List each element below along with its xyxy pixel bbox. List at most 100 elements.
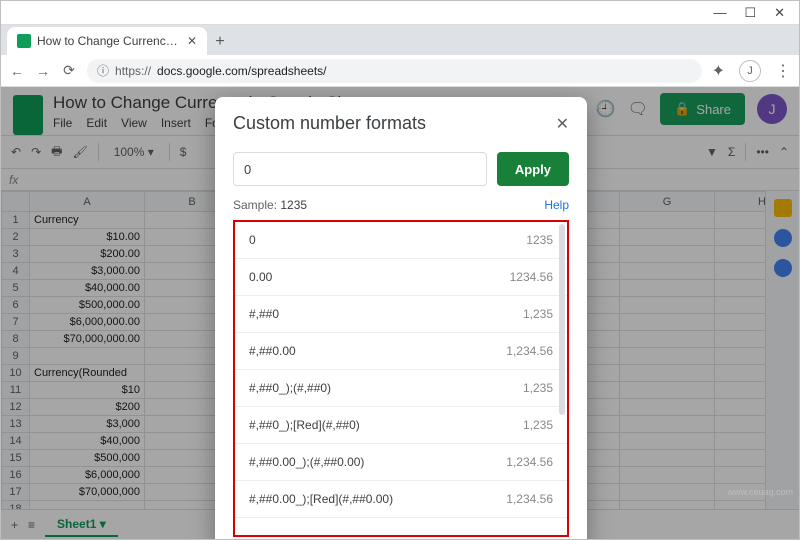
share-button[interactable]: 🔒 Share: [660, 93, 745, 125]
column-header[interactable]: A: [30, 192, 145, 212]
functions-icon[interactable]: Σ: [728, 145, 735, 159]
cell[interactable]: [620, 484, 715, 501]
dialog-close-button[interactable]: ✕: [556, 114, 569, 134]
format-list-item[interactable]: #,##0_);(#,##0)1,235: [235, 370, 567, 407]
cell[interactable]: $500,000: [30, 450, 145, 467]
cell[interactable]: [715, 280, 766, 297]
row-header[interactable]: 17: [2, 484, 30, 501]
cell[interactable]: [715, 348, 766, 365]
cell[interactable]: [30, 501, 145, 510]
cell[interactable]: Currency(Rounded: [30, 365, 145, 382]
cell[interactable]: $70,000,000.00: [30, 331, 145, 348]
row-header[interactable]: 9: [2, 348, 30, 365]
row-header[interactable]: 10: [2, 365, 30, 382]
cell[interactable]: [715, 331, 766, 348]
cell[interactable]: $6,000,000: [30, 467, 145, 484]
cell[interactable]: [715, 399, 766, 416]
cell[interactable]: [30, 348, 145, 365]
zoom-select[interactable]: 100% ▾: [109, 142, 159, 162]
cell[interactable]: [620, 212, 715, 229]
cell[interactable]: [715, 501, 766, 510]
cell[interactable]: [620, 399, 715, 416]
row-header[interactable]: 14: [2, 433, 30, 450]
cell[interactable]: $40,000: [30, 433, 145, 450]
new-tab-button[interactable]: +: [207, 29, 233, 55]
format-input[interactable]: [233, 152, 487, 186]
cell[interactable]: [620, 450, 715, 467]
cell[interactable]: [620, 501, 715, 510]
browser-menu-icon[interactable]: ⋮: [775, 61, 791, 81]
sheet-tab-active[interactable]: Sheet1 ▾: [45, 513, 118, 537]
filter-icon[interactable]: ▼: [706, 145, 718, 159]
cell[interactable]: [715, 297, 766, 314]
comments-icon[interactable]: 🗨: [628, 99, 648, 119]
extensions-icon[interactable]: ✦: [712, 61, 725, 81]
url-input[interactable]: ⓘ https://docs.google.com/spreadsheets/: [87, 59, 702, 83]
format-list-item[interactable]: #,##0.00_);[Red](#,##0.00)1,234.56: [235, 481, 567, 518]
tasks-icon[interactable]: [774, 259, 792, 277]
cell[interactable]: [715, 229, 766, 246]
cell[interactable]: [715, 212, 766, 229]
column-header[interactable]: G: [620, 192, 715, 212]
row-header[interactable]: 7: [2, 314, 30, 331]
row-header[interactable]: 13: [2, 416, 30, 433]
row-header[interactable]: 3: [2, 246, 30, 263]
row-header[interactable]: 2: [2, 229, 30, 246]
site-info-icon[interactable]: ⓘ: [97, 62, 109, 79]
cell[interactable]: [715, 450, 766, 467]
scrollbar-thumb[interactable]: [559, 224, 565, 415]
cell[interactable]: $200.00: [30, 246, 145, 263]
cell[interactable]: $70,000,000: [30, 484, 145, 501]
cell[interactable]: [620, 382, 715, 399]
menu-file[interactable]: File: [53, 116, 72, 130]
row-header[interactable]: 15: [2, 450, 30, 467]
format-list-item[interactable]: #,##0.001,234.56: [235, 333, 567, 370]
help-link[interactable]: Help: [544, 198, 569, 212]
column-header[interactable]: H: [715, 192, 766, 212]
cell[interactable]: [715, 416, 766, 433]
sidepanel-toggle-button[interactable]: ⌃: [779, 145, 789, 159]
row-header[interactable]: 5: [2, 280, 30, 297]
forward-button[interactable]: →: [35, 63, 51, 79]
format-list[interactable]: 012350.001234.56#,##01,235#,##0.001,234.…: [233, 220, 569, 537]
cell[interactable]: [715, 382, 766, 399]
account-avatar[interactable]: J: [757, 94, 787, 124]
cell[interactable]: [620, 433, 715, 450]
row-header[interactable]: 16: [2, 467, 30, 484]
tab-close-icon[interactable]: ✕: [187, 34, 197, 48]
row-header[interactable]: 8: [2, 331, 30, 348]
cell[interactable]: [620, 263, 715, 280]
cell[interactable]: [620, 314, 715, 331]
cell[interactable]: [715, 246, 766, 263]
cell[interactable]: $500,000.00: [30, 297, 145, 314]
cell[interactable]: $200: [30, 399, 145, 416]
row-header[interactable]: 11: [2, 382, 30, 399]
cell[interactable]: [620, 280, 715, 297]
add-sheet-button[interactable]: +: [11, 518, 18, 532]
cell[interactable]: [715, 467, 766, 484]
cell[interactable]: [620, 365, 715, 382]
cell[interactable]: [620, 246, 715, 263]
cell[interactable]: [620, 229, 715, 246]
undo-button[interactable]: ↶: [11, 145, 21, 159]
cell[interactable]: Currency: [30, 212, 145, 229]
row-header[interactable]: 4: [2, 263, 30, 280]
redo-button[interactable]: ↷: [31, 145, 41, 159]
paint-format-button[interactable]: 🖌: [72, 145, 87, 159]
history-icon[interactable]: 🕘: [596, 99, 616, 119]
cell[interactable]: [620, 348, 715, 365]
format-list-item[interactable]: #,##0_);[Red](#,##0)1,235: [235, 407, 567, 444]
window-maximize-button[interactable]: ☐: [744, 5, 756, 21]
format-currency-button[interactable]: $: [180, 145, 187, 159]
window-minimize-button[interactable]: —: [713, 5, 726, 20]
cell[interactable]: [715, 365, 766, 382]
sheets-logo-icon[interactable]: [13, 95, 43, 135]
menu-view[interactable]: View: [121, 116, 147, 130]
cell[interactable]: [620, 416, 715, 433]
cell[interactable]: $40,000.00: [30, 280, 145, 297]
cell[interactable]: $10: [30, 382, 145, 399]
all-sheets-button[interactable]: ≡: [28, 518, 35, 532]
select-all-corner[interactable]: [2, 192, 30, 212]
keep-icon[interactable]: [774, 229, 792, 247]
cell[interactable]: $6,000,000.00: [30, 314, 145, 331]
